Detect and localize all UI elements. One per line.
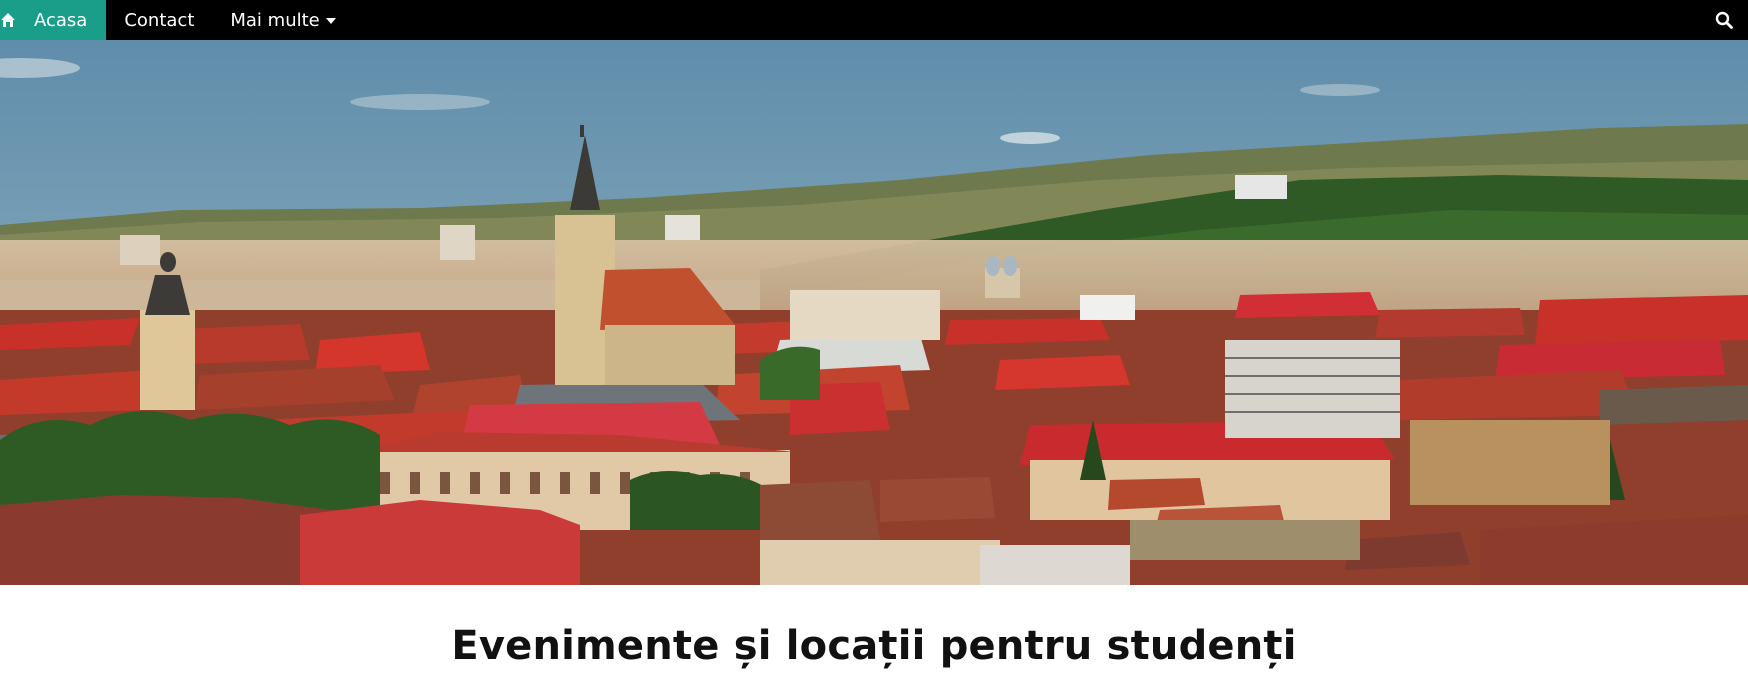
nav-item-label: Acasa <box>34 9 88 31</box>
top-navbar: Acasa Contact Mai multe <box>0 0 1748 40</box>
home-icon <box>1 13 15 27</box>
nav-item-contact[interactable]: Contact <box>106 0 212 40</box>
search-button[interactable] <box>1704 0 1744 40</box>
city-panorama-illustration <box>0 40 1748 585</box>
nav-item-label: Contact <box>124 9 195 31</box>
nav-item-mai-multe-dropdown[interactable]: Mai multe <box>212 0 354 40</box>
hero-banner-image <box>0 40 1748 585</box>
nav-item-acasa[interactable]: Acasa <box>0 0 107 40</box>
search-icon <box>1715 11 1733 29</box>
caret-down-icon <box>325 18 336 24</box>
nav-item-label: Mai multe <box>230 9 320 31</box>
page-title: Evenimente și locații pentru studenți <box>451 623 1297 669</box>
